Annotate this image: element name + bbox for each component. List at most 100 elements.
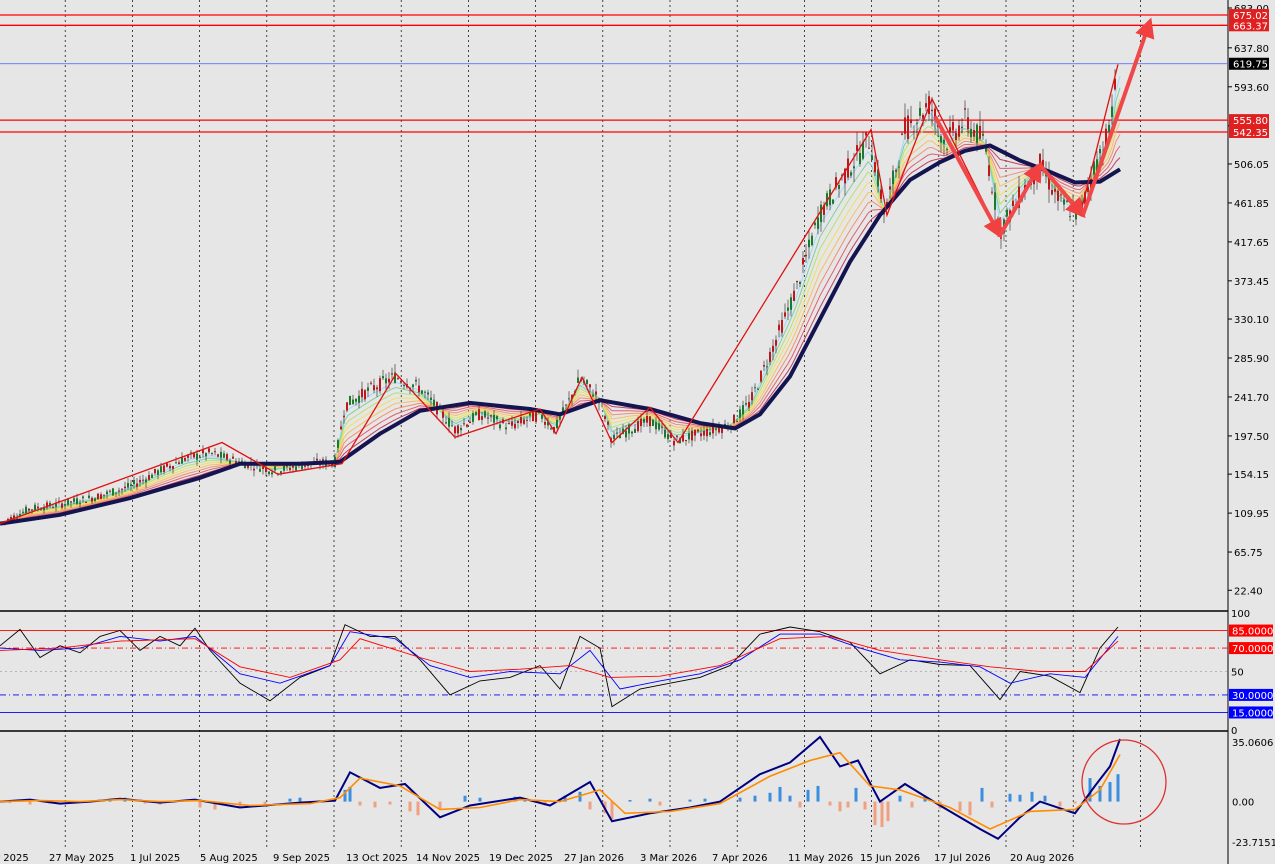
- candle-body: [757, 388, 759, 390]
- candle-body: [703, 431, 705, 436]
- macd-histogram-bar: [958, 801, 962, 812]
- candle-body: [481, 416, 483, 420]
- candle-body: [892, 170, 894, 185]
- candle-body: [520, 417, 522, 424]
- candle-body: [673, 440, 675, 446]
- candle-body: [541, 414, 543, 419]
- macd-histogram-bar: [463, 795, 467, 802]
- candle-body: [967, 117, 969, 130]
- macd-histogram-bar: [478, 797, 482, 802]
- candle-body: [226, 454, 228, 460]
- macd-histogram-bar: [438, 801, 442, 809]
- candle-body: [880, 189, 882, 199]
- candle-body: [433, 399, 435, 406]
- candle-body: [595, 391, 597, 395]
- candle-body: [451, 425, 453, 427]
- candle-body: [526, 419, 528, 421]
- candle-body: [157, 470, 159, 475]
- candle-body: [424, 391, 426, 393]
- macd-histogram-bar: [588, 801, 592, 810]
- candle-body: [340, 426, 342, 430]
- candle-body: [634, 428, 636, 433]
- candle-body: [193, 453, 195, 458]
- candle-body: [445, 422, 447, 424]
- candle-body: [496, 416, 498, 420]
- price-level-label: 619.75: [1233, 60, 1268, 71]
- candle-body: [925, 103, 927, 108]
- candle-body: [175, 462, 177, 464]
- candle-body: [508, 423, 510, 425]
- macd-histogram-bar: [968, 801, 972, 816]
- candle-body: [475, 412, 477, 415]
- candle-body: [709, 432, 711, 435]
- candle-body: [118, 490, 120, 492]
- candle-body: [382, 376, 384, 379]
- candle-body: [589, 384, 591, 388]
- price-tick-label: 197.50: [1234, 432, 1269, 443]
- candle-body: [550, 428, 552, 430]
- macd-histogram-bar: [1116, 774, 1120, 802]
- candle-body: [103, 494, 105, 496]
- candle-body: [787, 307, 789, 311]
- candle-body: [370, 382, 372, 384]
- candle-body: [154, 468, 156, 474]
- candle-body: [337, 440, 339, 448]
- macd-histogram-bar: [610, 801, 614, 820]
- candle-body: [232, 456, 234, 459]
- macd-histogram-bar: [910, 801, 914, 808]
- candle-body: [1012, 200, 1014, 207]
- macd-histogram-bar: [880, 801, 884, 828]
- candle-body: [1069, 215, 1071, 217]
- candle-body: [493, 414, 495, 423]
- candle-body: [922, 114, 924, 119]
- candle-body: [781, 319, 783, 333]
- candle-body: [898, 166, 900, 168]
- candle-body: [178, 462, 180, 465]
- candle-body: [748, 402, 750, 408]
- candle-body: [91, 497, 93, 502]
- candle-body: [808, 239, 810, 248]
- macd-histogram-bar: [753, 795, 757, 802]
- candle-body: [940, 136, 942, 143]
- candle-body: [352, 399, 354, 404]
- candle-body: [499, 424, 501, 429]
- candle-body: [697, 429, 699, 432]
- candle-body: [100, 494, 102, 499]
- candle-body: [772, 345, 774, 352]
- candle-body: [979, 125, 981, 139]
- candle-body: [400, 381, 402, 383]
- candle-body: [346, 402, 348, 411]
- time-tick-label: 9 Sep 2025: [273, 853, 330, 864]
- candle-body: [916, 122, 918, 124]
- price-tick-label: 373.45: [1234, 277, 1269, 288]
- candle-body: [745, 403, 747, 405]
- candle-body: [151, 474, 153, 478]
- candle-body: [484, 411, 486, 418]
- oscillator-level-label: 30.0000: [1232, 691, 1273, 702]
- candle-body: [751, 392, 753, 401]
- candle-body: [490, 415, 492, 417]
- candle-body: [949, 127, 951, 133]
- candle-body: [139, 479, 141, 483]
- candle-body: [199, 456, 201, 458]
- macd-histogram-bar: [28, 801, 32, 805]
- candle-body: [280, 471, 282, 474]
- candle-body: [568, 398, 570, 400]
- macd-histogram-bar: [373, 801, 377, 808]
- candle-body: [253, 468, 255, 471]
- macd-histogram-bar: [806, 789, 810, 802]
- macd-histogram-bar: [263, 801, 267, 805]
- candle-body: [127, 482, 129, 488]
- candle-body: [790, 297, 792, 310]
- candle-body: [364, 390, 366, 400]
- macd-histogram-bar: [828, 801, 832, 806]
- candle-body: [655, 422, 657, 430]
- macd-histogram-bar: [873, 801, 877, 826]
- candle-body: [76, 498, 78, 504]
- macd-histogram-bar: [788, 795, 792, 802]
- candle-body: [817, 217, 819, 229]
- time-tick-label: 19 Dec 2025: [489, 853, 553, 864]
- candle-body: [430, 397, 432, 400]
- candle-body: [301, 465, 303, 470]
- candle-body: [421, 390, 423, 394]
